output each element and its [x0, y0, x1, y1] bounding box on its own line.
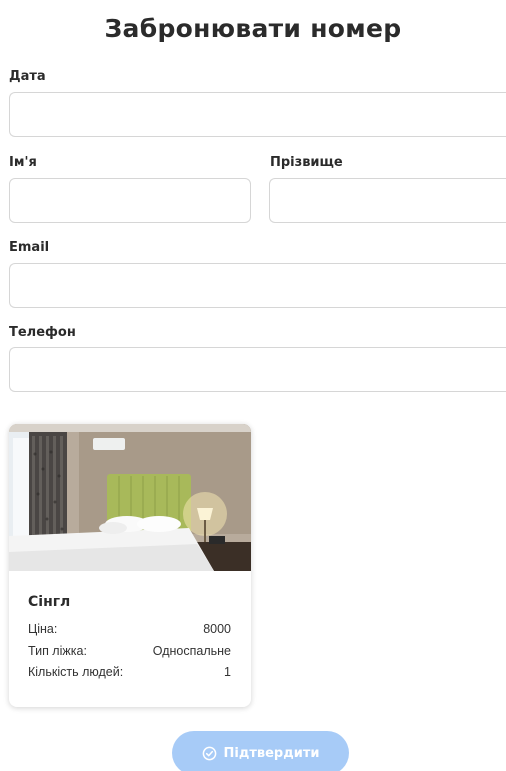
- first-name-field[interactable]: [9, 178, 251, 223]
- bed-type-value: Односпальне: [152, 644, 231, 658]
- people-count-value: 1: [224, 665, 231, 679]
- confirm-label: Підтвердити: [223, 745, 320, 761]
- phone-label: Телефон: [9, 325, 76, 340]
- phone-field[interactable]: [9, 347, 506, 392]
- room-card[interactable]: Сінгл Ціна: 8000 Тип ліжка: Односпальне …: [9, 424, 251, 707]
- price-label: Ціна:: [28, 622, 58, 636]
- date-field[interactable]: [9, 92, 506, 137]
- last-name-label: Прізвище: [270, 155, 343, 170]
- check-circle-icon: [202, 746, 217, 761]
- price-value: 8000: [203, 622, 231, 636]
- first-name-label: Ім'я: [9, 155, 37, 170]
- people-count-row: Кількість людей: 1: [28, 665, 231, 679]
- room-name: Сінгл: [28, 594, 71, 610]
- date-label: Дата: [9, 69, 46, 84]
- bed-type-label: Тип ліжка:: [28, 644, 87, 658]
- room-photo: [9, 424, 251, 571]
- bed-type-row: Тип ліжка: Односпальне: [28, 644, 231, 658]
- people-count-label: Кількість людей:: [28, 665, 124, 679]
- last-name-field[interactable]: [269, 178, 506, 223]
- page-title: Забронювати номер: [104, 14, 402, 43]
- email-field[interactable]: [9, 263, 506, 308]
- confirm-button[interactable]: Підтвердити: [172, 731, 349, 771]
- price-row: Ціна: 8000: [28, 622, 231, 636]
- email-label: Email: [9, 240, 50, 255]
